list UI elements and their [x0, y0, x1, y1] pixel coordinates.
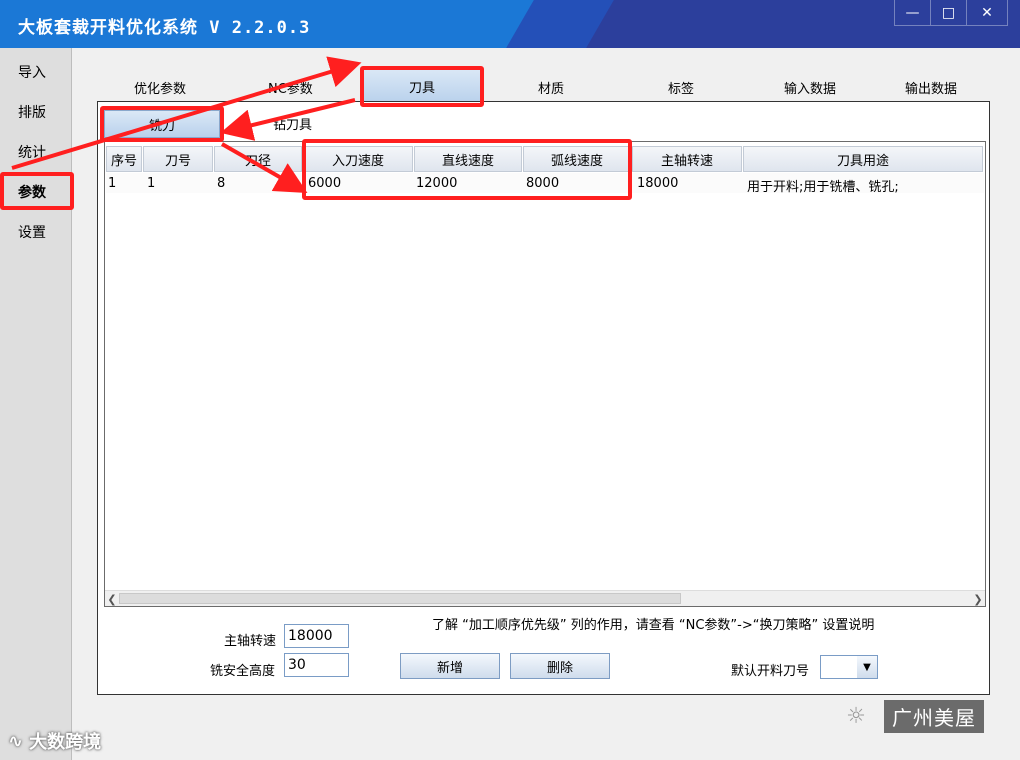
tab-output-data[interactable]: 输出数据: [905, 78, 957, 97]
minimize-icon: —: [905, 4, 920, 21]
table-cell[interactable]: 18000: [637, 176, 678, 191]
add-button[interactable]: 新增: [400, 653, 500, 679]
safe-height-label: 铣安全高度: [210, 664, 276, 679]
sidebar-item-settings[interactable]: 设置: [18, 222, 46, 242]
close-icon: ✕: [981, 4, 993, 21]
column-header[interactable]: 主轴转速: [632, 146, 742, 172]
delete-button[interactable]: 删除: [510, 653, 610, 679]
horizontal-scrollbar[interactable]: ❮ ❯: [105, 590, 985, 606]
spindle-speed-input[interactable]: 18000: [284, 624, 349, 648]
maximize-button[interactable]: □: [930, 0, 966, 26]
default-tool-label: 默认开料刀号: [731, 664, 810, 679]
sidebar-item-stats[interactable]: 统计: [18, 142, 46, 162]
tab-material[interactable]: 材质: [538, 78, 564, 97]
default-tool-select[interactable]: ▼: [820, 655, 878, 679]
table-cell[interactable]: 8: [217, 176, 225, 191]
close-button[interactable]: ✕: [966, 0, 1008, 26]
highlight-params-sidebar: [0, 172, 74, 210]
watermark-logo-icon: ∿: [8, 730, 24, 752]
tab-optimize-params[interactable]: 优化参数: [134, 78, 186, 97]
tab-input-data[interactable]: 输入数据: [784, 78, 836, 97]
window-controls: — □ ✕: [894, 0, 1008, 26]
column-header[interactable]: 刀具用途: [743, 146, 983, 172]
subtab-drill-tool[interactable]: 钻刀具: [273, 114, 312, 133]
spindle-speed-label: 主轴转速: [224, 634, 277, 649]
tool-table: 序号 刀号 刀径 入刀速度 直线速度 弧线速度 主轴转速 刀具用途 1 1 8 …: [104, 141, 986, 607]
watermark-right: ☼ 广州美屋: [836, 700, 984, 733]
highlight-mill-subtab: [100, 106, 224, 142]
watermark-left: ∿ 大数跨境: [8, 730, 102, 754]
sidebar-item-layout[interactable]: 排版: [18, 102, 46, 122]
table-cell[interactable]: 1: [147, 176, 155, 191]
maximize-icon: □: [941, 4, 956, 21]
highlight-speed-columns: [302, 139, 632, 200]
safe-height-input[interactable]: 30: [284, 653, 349, 677]
table-cell[interactable]: 1: [108, 176, 116, 191]
window-title: 大板套裁开料优化系统 V 2.2.0.3: [18, 18, 311, 38]
minimize-button[interactable]: —: [894, 0, 930, 26]
scrollbar-thumb[interactable]: [119, 593, 681, 604]
chevron-down-icon[interactable]: ▼: [857, 656, 877, 678]
hint-text: 了解 “加工顺序优先级” 列的作用，请查看 “NC参数”->“换刀策略” 设置说…: [432, 618, 875, 633]
tab-nc-params[interactable]: NC参数: [268, 78, 313, 97]
scroll-left-icon[interactable]: ❮: [105, 591, 119, 606]
title-bar: 大板套裁开料优化系统 V 2.2.0.3 — □ ✕: [0, 0, 1020, 48]
wechat-icon: ☼: [846, 704, 866, 729]
scroll-right-icon[interactable]: ❯: [971, 591, 985, 606]
tab-label[interactable]: 标签: [668, 78, 694, 97]
column-header[interactable]: 刀号: [143, 146, 213, 172]
highlight-tools-tab: [360, 66, 484, 107]
sidebar-item-import[interactable]: 导入: [18, 62, 46, 82]
column-header[interactable]: 序号: [106, 146, 142, 172]
column-header[interactable]: 刀径: [214, 146, 302, 172]
table-cell[interactable]: 用于开料;用于铣槽、铣孔;: [747, 176, 899, 195]
